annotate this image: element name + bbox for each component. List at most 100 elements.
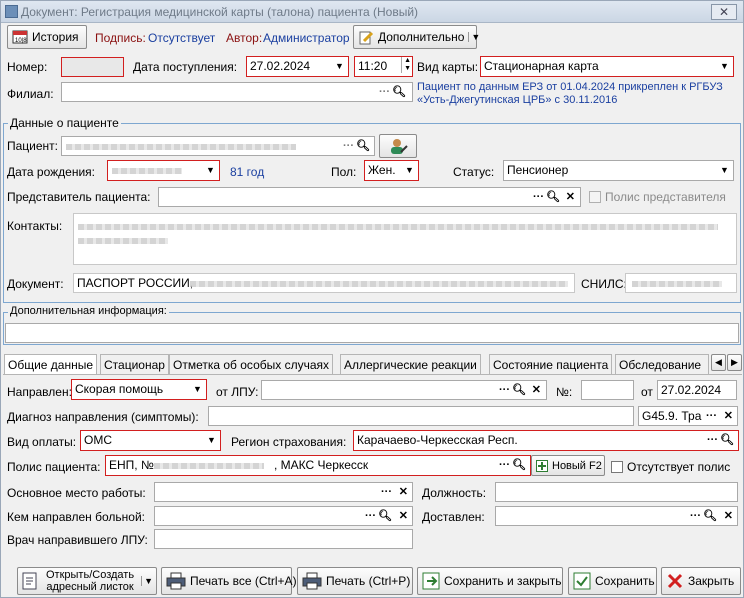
document-field[interactable]: ПАСПОРТ РОССИИ, xyxy=(73,273,575,293)
search-icon[interactable]: 🔍︎ xyxy=(703,508,717,524)
tab-allergies[interactable]: Аллергические реакции xyxy=(340,354,481,374)
from-lpu-field[interactable]: ··· 🔍︎ ✕ xyxy=(261,380,547,400)
spinner-icon[interactable]: ▲ ▼ xyxy=(401,57,411,73)
search-icon[interactable]: 🔍︎ xyxy=(378,508,392,524)
checkbox-icon[interactable] xyxy=(589,191,601,203)
number-field[interactable] xyxy=(61,57,124,77)
tab-general[interactable]: Общие данные xyxy=(4,354,98,375)
tab-examination[interactable]: Обследование xyxy=(615,354,709,374)
snils-field[interactable] xyxy=(625,273,737,293)
delivered-field[interactable]: ··· 🔍︎ ✕ xyxy=(495,506,738,526)
clear-icon[interactable]: ✕ xyxy=(724,508,733,524)
position-field[interactable] xyxy=(495,482,738,502)
referral-number-field[interactable] xyxy=(581,380,634,400)
search-icon[interactable]: 🔍︎ xyxy=(720,432,734,448)
extra-info-field[interactable] xyxy=(5,323,739,343)
more-icon[interactable]: ··· xyxy=(706,408,717,424)
sent-by-label: Кем направлен больной: xyxy=(7,510,146,524)
tab-patient-state[interactable]: Состояние пациента xyxy=(489,354,613,374)
no-policy-checkbox[interactable]: Отсутствует полис xyxy=(611,460,730,474)
clear-icon[interactable]: ✕ xyxy=(566,189,575,205)
redacted-text xyxy=(632,281,722,287)
card-type-select[interactable]: Стационарная карта ▼ xyxy=(480,56,734,77)
diag-code-field[interactable]: G45.9. Тра ··· ✕ xyxy=(638,406,738,426)
directed-select[interactable]: Скорая помощь ▼ xyxy=(71,379,207,400)
clear-icon[interactable]: ✕ xyxy=(532,382,541,398)
more-icon[interactable]: ··· xyxy=(533,189,544,205)
more-icon[interactable]: ··· xyxy=(499,457,510,473)
dropdown-arrow-icon[interactable]: ▼ xyxy=(717,58,732,74)
doctor-field[interactable] xyxy=(154,529,413,549)
time-field[interactable]: 11:20 ▲ ▼ xyxy=(354,56,413,77)
region-field[interactable]: Карачаево-Черкесская Респ. ··· 🔍︎ xyxy=(353,430,739,451)
print-all-button[interactable]: Печать все (Ctrl+A) xyxy=(161,567,297,595)
directed-label: Направлен: xyxy=(7,385,72,399)
save-close-button[interactable]: Сохранить и закрыть xyxy=(417,567,563,595)
more-icon[interactable]: ··· xyxy=(690,508,701,524)
add-icon xyxy=(536,459,548,472)
card-type-value: Стационарная карта xyxy=(484,59,599,73)
tab-scroll-left-icon[interactable]: ◀ xyxy=(711,354,726,371)
checkbox-icon[interactable] xyxy=(611,461,623,473)
user-edit-icon xyxy=(388,137,408,155)
clear-icon[interactable]: ✕ xyxy=(724,408,733,424)
status-value: Пенсионер xyxy=(507,163,569,177)
dropdown-arrow-icon[interactable]: ▼ xyxy=(717,162,732,178)
dropdown-arrow-icon[interactable]: ▼ xyxy=(190,381,205,397)
dropdown-arrow-icon[interactable]: ▼ xyxy=(204,432,219,448)
payment-select[interactable]: ОМС ▼ xyxy=(80,430,221,451)
save-button[interactable]: Сохранить xyxy=(568,567,657,595)
diag-text-field[interactable] xyxy=(208,406,634,426)
search-icon[interactable]: 🔍︎ xyxy=(512,457,526,473)
more-icon[interactable]: ··· xyxy=(365,508,376,524)
dropdown-arrow-icon[interactable]: ▼ xyxy=(332,58,347,74)
redacted-text xyxy=(78,224,718,230)
extra-button[interactable]: Дополнительно ▼ xyxy=(353,25,480,49)
search-icon[interactable]: 🔍︎ xyxy=(512,382,526,398)
date-field[interactable]: 27.02.2024 ▼ xyxy=(246,56,349,77)
print-button[interactable]: Печать (Ctrl+P) xyxy=(297,567,413,595)
more-icon[interactable]: ··· xyxy=(343,138,354,154)
search-icon[interactable]: 🔍︎ xyxy=(356,138,370,154)
app-icon xyxy=(5,5,18,18)
new-policy-button[interactable]: Новый F2 xyxy=(531,455,605,476)
rep-field[interactable]: ··· 🔍︎ ✕ xyxy=(158,187,581,207)
rep-policy-checkbox[interactable]: Полис представителя xyxy=(589,190,726,204)
close-button[interactable]: Закрыть xyxy=(661,567,741,595)
window-close-button[interactable]: ✕ xyxy=(711,4,737,20)
dob-field[interactable]: ▼ xyxy=(107,160,220,181)
contacts-label: Контакты: xyxy=(7,219,63,233)
work-field[interactable]: ··· ✕ xyxy=(154,482,413,502)
dropdown-arrow-icon[interactable]: ▼ xyxy=(203,162,218,178)
dropdown-arrow-icon[interactable]: ▼ xyxy=(402,162,417,178)
search-icon[interactable]: 🔍︎ xyxy=(546,189,560,205)
policy-field[interactable]: ЕНП, № , МАКС Черкесск ··· 🔍︎ xyxy=(105,455,531,476)
sent-by-field[interactable]: ··· 🔍︎ ✕ xyxy=(154,506,413,526)
policy-label: Полис пациента: xyxy=(7,460,101,474)
more-icon[interactable]: ··· xyxy=(707,432,718,448)
chevron-down-icon[interactable]: ▼ xyxy=(141,576,153,586)
clear-icon[interactable]: ✕ xyxy=(399,508,408,524)
patient-field[interactable]: ··· 🔍︎ xyxy=(61,136,375,156)
patient-card-button[interactable] xyxy=(379,134,417,158)
tab-hospital[interactable]: Стационар xyxy=(100,354,169,374)
branch-field[interactable]: ··· 🔍︎ xyxy=(61,82,413,102)
contacts-field[interactable] xyxy=(73,213,737,265)
tab-special-cases[interactable]: Отметка об особых случаях xyxy=(169,354,333,374)
history-button[interactable]: 10|8 История xyxy=(7,25,87,49)
svg-text:10|8: 10|8 xyxy=(15,38,27,44)
diag-code-value: G45.9. Тра xyxy=(642,409,702,423)
more-icon[interactable]: ··· xyxy=(379,84,390,100)
more-icon[interactable]: ··· xyxy=(499,382,510,398)
more-icon[interactable]: ··· xyxy=(381,484,392,500)
search-icon[interactable]: 🔍︎ xyxy=(392,84,406,100)
region-value: Карачаево-Черкесская Респ. xyxy=(357,433,518,447)
pencil-icon xyxy=(358,29,374,45)
referral-date-field[interactable]: 27.02.2024 xyxy=(657,380,737,400)
tab-scroll-right-icon[interactable]: ▶ xyxy=(727,354,742,371)
dob-label: Дата рождения: xyxy=(7,165,95,179)
clear-icon[interactable]: ✕ xyxy=(399,484,408,500)
status-select[interactable]: Пенсионер ▼ xyxy=(503,160,734,181)
open-address-button[interactable]: Открыть/Создать адресный листок ▼ xyxy=(17,567,157,595)
sex-select[interactable]: Жен. ▼ xyxy=(364,160,419,181)
